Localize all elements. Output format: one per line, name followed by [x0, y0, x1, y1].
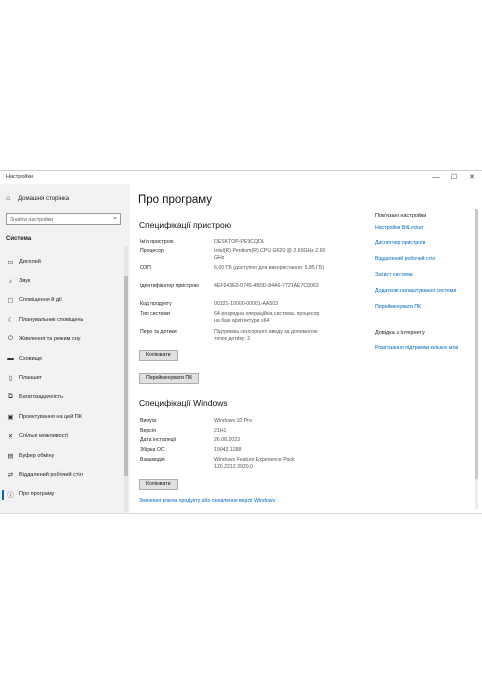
sidebar-item-moon[interactable]: ☾ Планувальник сповіщень — [6, 310, 124, 329]
sidebar-item-shared[interactable]: ✕ Спільні можливості — [6, 427, 124, 446]
notifications-icon: ▢ — [7, 297, 14, 305]
content-scroll-thumb[interactable] — [475, 209, 478, 479]
spec-key: Дата інсталяції — [140, 437, 177, 443]
window-title: Настройки — [6, 174, 33, 180]
help-link-languages[interactable]: Розв'язання підтримки кількох мов — [375, 345, 458, 351]
web-help-heading: Довідка з Інтернету — [375, 330, 425, 336]
search-placeholder: Знайти настройки — [10, 216, 54, 223]
sidebar-item-label: Віддалений робочий стіл — [19, 471, 83, 478]
maximize-button[interactable]: ☐ — [445, 172, 463, 184]
sidebar-item-label: Планувальник сповіщень — [19, 316, 84, 323]
spec-value[interactable]: 64-розрядна операційна система, процесор… — [214, 311, 326, 325]
related-link[interactable]: Настройки BitLocker — [375, 225, 424, 231]
sidebar-item-label: Багатозадачність — [19, 394, 63, 401]
home-icon: ⌂ — [6, 195, 11, 202]
power-icon: ⏻ — [7, 335, 14, 343]
search-icon[interactable]: ⌕ — [113, 215, 117, 223]
section-title: Система — [6, 236, 32, 242]
sidebar-item-label: Живлення та режим сну — [19, 336, 81, 343]
sidebar-item-label: Дисплей — [19, 258, 41, 265]
related-link[interactable]: Захист системи — [375, 272, 413, 278]
sidebar-item-storage[interactable]: ▬ Сховище — [6, 349, 124, 368]
sidebar-item-label: Спільні можливості — [19, 433, 69, 440]
sidebar-item-label: Сповіщення й дії — [19, 297, 62, 304]
sidebar-item-label: Сховище — [19, 355, 43, 362]
sidebar-item-label: Про програму — [19, 491, 55, 498]
sidebar-scroll-thumb[interactable] — [124, 276, 128, 476]
page-title: Про програму — [138, 194, 213, 206]
sidebar-item-remote-desktop[interactable]: ⇄ Віддалений робочий стіл — [6, 465, 124, 484]
spec-value[interactable]: 21H1 — [214, 428, 326, 435]
sidebar-item-display[interactable]: ▭ Дисплей — [6, 252, 124, 271]
spec-key: Версія — [140, 428, 156, 434]
spec-value[interactable]: Підтримка сенсорного вводу за допомогою … — [214, 329, 326, 343]
minimize-button[interactable]: — — [427, 172, 445, 184]
sidebar: ⌂ Домашня сторінка Знайти настройки ⌕ Си… — [0, 184, 130, 513]
spec-value[interactable]: 00331-10000-00001-AA503 — [214, 301, 326, 308]
sidebar-scrollbar[interactable] — [124, 246, 128, 512]
spec-key: ОЗП — [140, 265, 151, 271]
sidebar-item-multitasking[interactable]: ⧉ Багатозадачність — [6, 388, 124, 407]
spec-value[interactable]: DESKTOP-PE9CQDL — [214, 239, 326, 246]
change-product-key-link[interactable]: Змінення ключа продукту або оновлення ве… — [139, 498, 275, 504]
settings-window: Настройки — ☐ ✕ ⌂ Домашня сторінка Знайт… — [0, 170, 482, 514]
moon-icon: ☾ — [7, 316, 14, 324]
sidebar-item-label: Буфер обміну — [19, 452, 55, 459]
spec-key: Взаємодія — [140, 457, 165, 463]
sidebar-item-label: Звук — [19, 278, 31, 285]
sidebar-item-notifications[interactable]: ▢ Сповіщення й дії — [6, 291, 124, 310]
sidebar-item-sound[interactable]: ♪ Звук — [6, 271, 124, 290]
spec-key: Ім'я пристрою — [140, 239, 174, 245]
spec-value[interactable]: Windows 10 Pro — [214, 418, 326, 425]
related-link[interactable]: Віддалений робочий стіл — [375, 256, 435, 262]
spec-key: Код продукту — [140, 301, 172, 307]
spec-key: Ідентифікатор пристрою — [140, 283, 199, 289]
spec-key: Збірка ОС — [140, 447, 165, 453]
spec-value[interactable]: 19043.1288 — [214, 447, 326, 454]
sidebar-nav: ▭ Дисплей ♪ Звук ▢ Сповіщення й дії ☾ Плануваль… — [2, 252, 124, 504]
related-link[interactable]: Перейменувати ПК — [375, 304, 421, 310]
spec-value[interactable]: 6,00 ГБ (доступно для використання: 5,85… — [214, 265, 326, 272]
multitasking-icon: ⧉ — [8, 393, 13, 401]
project-icon: ▣ — [7, 413, 14, 421]
storage-icon: ▬ — [7, 355, 14, 363]
main-content: Про програму Специфікації пристрою Ім'я … — [130, 184, 482, 513]
sidebar-item-tablet[interactable]: ▯ Планшет — [6, 368, 124, 387]
search-input[interactable]: Знайти настройки ⌕ — [6, 213, 121, 225]
sidebar-item-project[interactable]: ▣ Проектування на цей ПК — [6, 407, 124, 426]
spec-key: Перо та дотики — [140, 329, 177, 335]
spec-value[interactable]: 4EF943E0-0745-4B0D-84A6-7721AE7C0063 — [214, 283, 326, 290]
home-label: Домашня сторінка — [18, 195, 70, 202]
device-specs-heading: Специфікації пристрою — [139, 220, 232, 230]
shared-icon: ✕ — [7, 433, 14, 441]
info-icon: ⓘ — [7, 492, 14, 500]
sidebar-item-label: Проектування на цей ПК — [19, 413, 82, 420]
sound-icon: ♪ — [8, 277, 13, 285]
home-link[interactable]: ⌂ Домашня сторінка — [6, 195, 69, 202]
spec-value[interactable]: Windows Feature Experience Pack 120.2212… — [214, 457, 326, 471]
tablet-icon: ▯ — [8, 375, 13, 383]
copy-device-specs-button[interactable]: Копіювати — [139, 350, 178, 361]
content-scrollbar[interactable] — [475, 209, 478, 509]
spec-key: Процесор — [140, 248, 164, 254]
rename-pc-button[interactable]: Перейменувати ПК — [139, 373, 200, 384]
related-settings-heading: Пов'язані настройки — [375, 213, 427, 219]
related-link[interactable]: Додаткові налаштування системи — [375, 288, 456, 294]
spec-value[interactable]: Intel(R) Pentium(R) CPU G620 @ 2.60GHz 2… — [214, 248, 326, 262]
clipboard-icon: ▤ — [7, 452, 14, 460]
title-bar: Настройки — ☐ ✕ — [0, 171, 482, 184]
spec-value[interactable]: 26.08.2023 — [214, 437, 326, 444]
spec-key: Тип системи — [140, 311, 170, 317]
remote-desktop-icon: ⇄ — [7, 471, 14, 479]
sidebar-item-info[interactable]: ⓘ Про програму — [2, 485, 124, 504]
copy-windows-specs-button[interactable]: Копіювати — [139, 479, 178, 490]
sidebar-item-clipboard[interactable]: ▤ Буфер обміну — [6, 446, 124, 465]
sidebar-item-power[interactable]: ⏻ Живлення та режим сну — [6, 330, 124, 349]
spec-key: Випуск — [140, 418, 157, 424]
related-link[interactable]: Диспетчер пристроїв — [375, 240, 425, 246]
display-icon: ▭ — [7, 258, 14, 266]
windows-specs-heading: Специфікації Windows — [139, 398, 228, 408]
sidebar-item-label: Планшет — [19, 375, 43, 382]
close-button[interactable]: ✕ — [463, 172, 481, 184]
